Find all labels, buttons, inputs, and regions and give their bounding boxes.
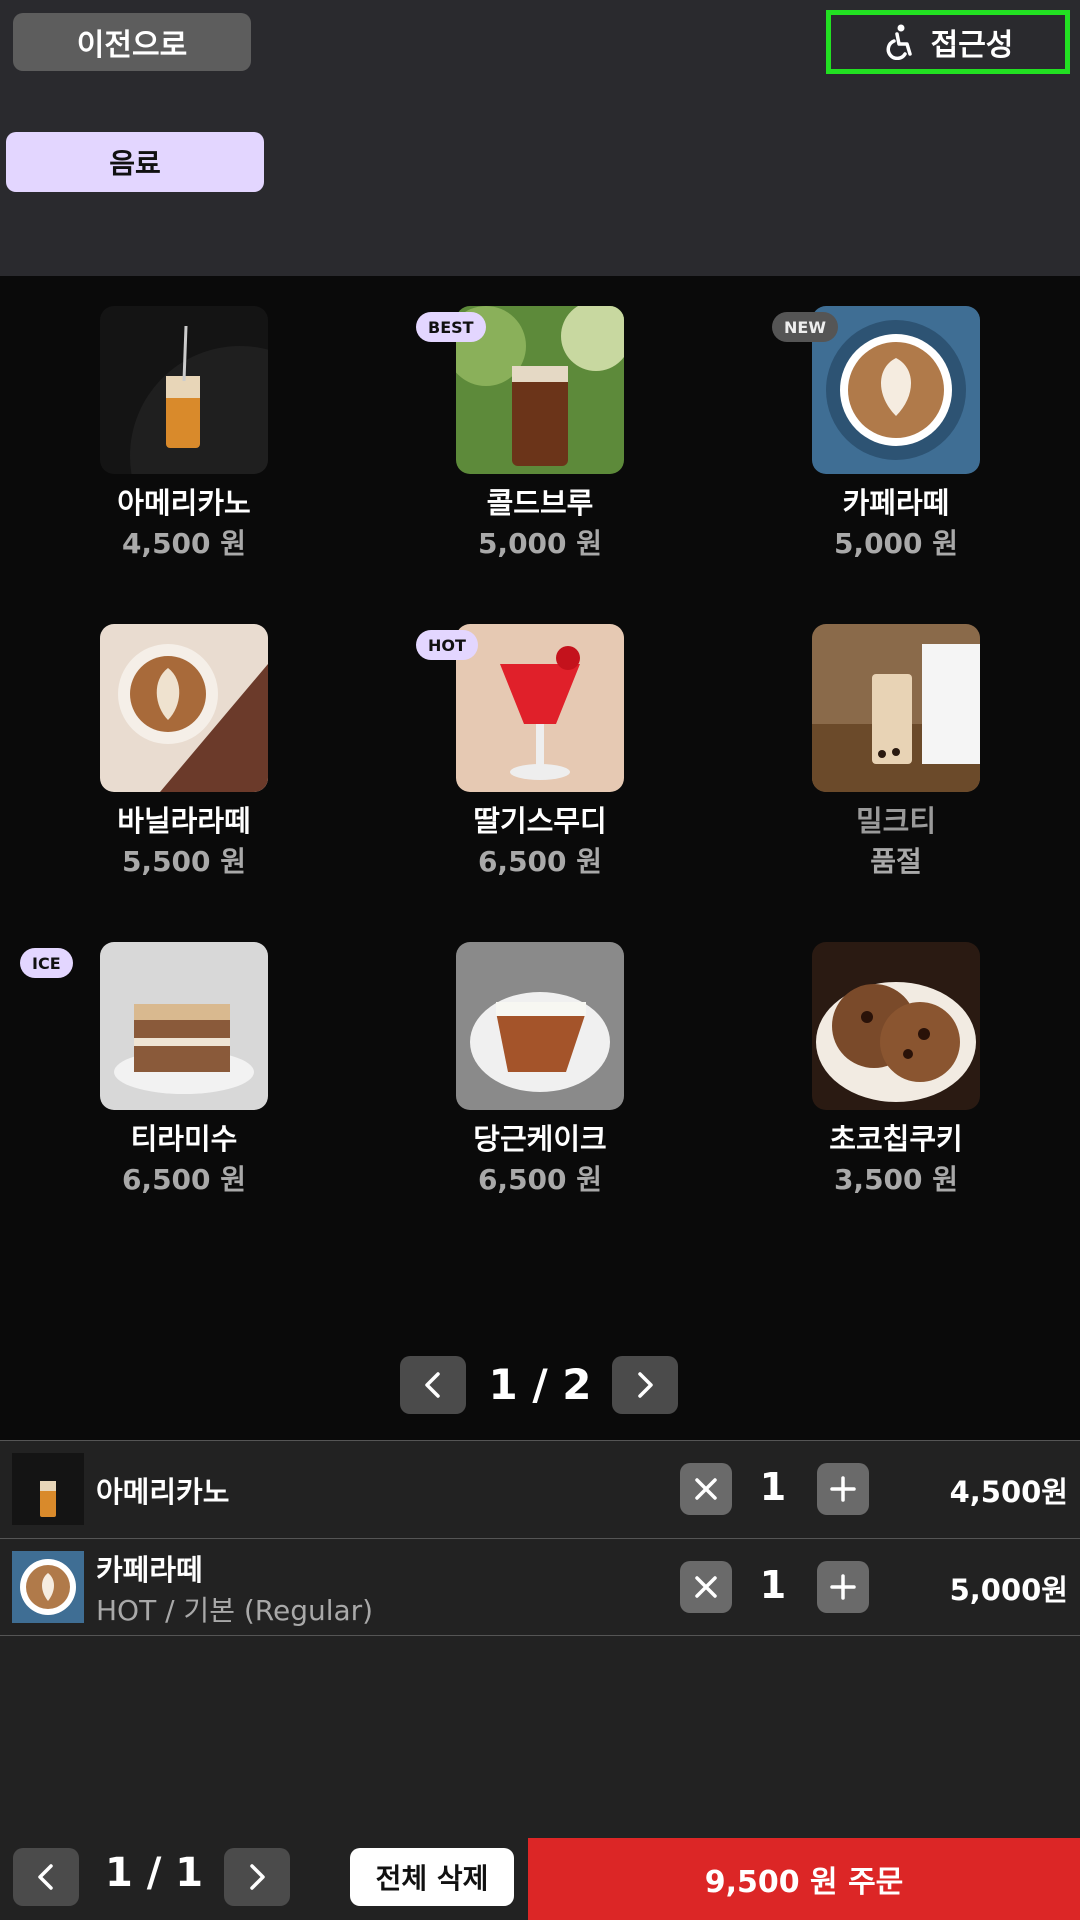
menu-item-price: 4,500 원	[121, 527, 247, 560]
cart-item-thumbnail	[12, 1551, 84, 1623]
accessibility-button[interactable]: 접근성	[826, 10, 1070, 74]
chevron-left-icon	[425, 1372, 440, 1398]
cart-item-price: 5,000원	[949, 1573, 1068, 1607]
menu-item[interactable]: 바닐라라떼 5,500 원	[20, 594, 320, 894]
wheelchair-icon	[886, 24, 912, 60]
menu-item-price: 6,500 원	[477, 845, 603, 878]
menu-item-name: 당근케이크	[473, 1122, 607, 1156]
menu-item-name: 카페라떼	[842, 486, 950, 520]
close-icon	[695, 1576, 717, 1598]
bottom-bar: 1 / 1 전체 삭제 9,500 원 주문	[0, 1830, 1080, 1920]
badge-ice: ICE	[20, 948, 73, 978]
menu-item-price: 5,500 원	[121, 845, 247, 878]
order-button[interactable]: 9,500 원 주문	[528, 1838, 1080, 1920]
menu-item-image	[100, 306, 268, 474]
cart-row: 아메리카노 1 4,500원	[0, 1440, 1080, 1538]
cart-item-thumbnail	[12, 1453, 84, 1525]
menu-pager: 1 / 2	[0, 1356, 1080, 1416]
cart-item-quantity: 1	[759, 1563, 787, 1607]
cart-item-name: 카페라떼	[96, 1553, 203, 1587]
menu-item[interactable]: BEST 콜드브루 5,000 원	[376, 276, 676, 576]
menu-item-name: 아메리카노	[117, 486, 251, 520]
menu-prev-page-button[interactable]	[400, 1356, 466, 1414]
cart-next-page-button[interactable]	[224, 1848, 290, 1906]
accessibility-label: 접근성	[930, 28, 1014, 63]
menu-item-name: 딸기스무디	[473, 804, 607, 838]
menu-item-name: 콜드브루	[486, 486, 594, 520]
menu-item-price: 5,000 원	[477, 527, 603, 560]
menu-item-image	[100, 942, 268, 1110]
badge-best: BEST	[416, 312, 486, 342]
cart-prev-page-button[interactable]	[13, 1848, 79, 1906]
menu-item[interactable]: 당근케이크 6,500 원	[376, 912, 676, 1212]
menu-item[interactable]: ICE 티라미수 6,500 원	[20, 912, 320, 1212]
menu-item-image	[100, 624, 268, 792]
menu-item-price: 3,500 원	[833, 1163, 959, 1196]
clear-all-button[interactable]: 전체 삭제	[350, 1848, 514, 1906]
remove-item-button[interactable]	[680, 1463, 732, 1515]
menu-item-name: 바닐라라떼	[117, 804, 251, 838]
plus-icon	[830, 1574, 856, 1600]
cart-item-price: 4,500원	[949, 1475, 1068, 1509]
menu-item-price: 5,000 원	[833, 527, 959, 560]
menu-next-page-button[interactable]	[612, 1356, 678, 1414]
menu-item-name: 초코칩쿠키	[829, 1122, 963, 1156]
menu-item-image	[456, 624, 624, 792]
cart-item-name: 아메리카노	[96, 1475, 230, 1509]
cart-item-option: HOT / 기본 (Regular)	[96, 1594, 374, 1627]
category-tab-beverage[interactable]: 음료	[6, 132, 264, 192]
chevron-right-icon	[638, 1372, 653, 1398]
menu-item[interactable]: 초코칩쿠키 3,500 원	[732, 912, 1032, 1212]
menu-item[interactable]: 밀크티 품절	[732, 594, 1032, 894]
chevron-left-icon	[38, 1864, 53, 1890]
menu-item-name: 밀크티	[855, 804, 937, 838]
chevron-right-icon	[250, 1864, 265, 1890]
increase-quantity-button[interactable]	[817, 1463, 869, 1515]
menu-item-image	[812, 942, 980, 1110]
cart-page-indicator: 1 / 1	[104, 1850, 204, 1896]
sold-out-label: 품절	[870, 845, 922, 878]
menu-item[interactable]: HOT 딸기스무디 6,500 원	[376, 594, 676, 894]
menu-item-name: 티라미수	[130, 1122, 238, 1156]
menu-item-image	[812, 624, 980, 792]
cart-list: 아메리카노 1 4,500원 카페라떼 HOT / 기본 (Regular) 1…	[0, 1440, 1080, 1830]
plus-icon	[830, 1476, 856, 1502]
badge-new: NEW	[772, 312, 838, 342]
menu-item[interactable]: 아메리카노 4,500 원	[20, 276, 320, 576]
menu-item-price: 6,500 원	[121, 1163, 247, 1196]
menu-item-image	[456, 942, 624, 1110]
close-icon	[695, 1478, 717, 1500]
menu-item-price: 6,500 원	[477, 1163, 603, 1196]
menu-page-indicator: 1 / 2	[488, 1360, 592, 1409]
remove-item-button[interactable]	[680, 1561, 732, 1613]
increase-quantity-button[interactable]	[817, 1561, 869, 1613]
cart-row: 카페라떼 HOT / 기본 (Regular) 1 5,000원	[0, 1538, 1080, 1636]
menu-item[interactable]: NEW 카페라떼 5,000 원	[732, 276, 1032, 576]
top-bar: 이전으로 접근성 음료	[0, 0, 1080, 276]
back-button[interactable]: 이전으로	[13, 13, 251, 71]
badge-hot: HOT	[416, 630, 478, 660]
cart-item-quantity: 1	[759, 1465, 787, 1509]
